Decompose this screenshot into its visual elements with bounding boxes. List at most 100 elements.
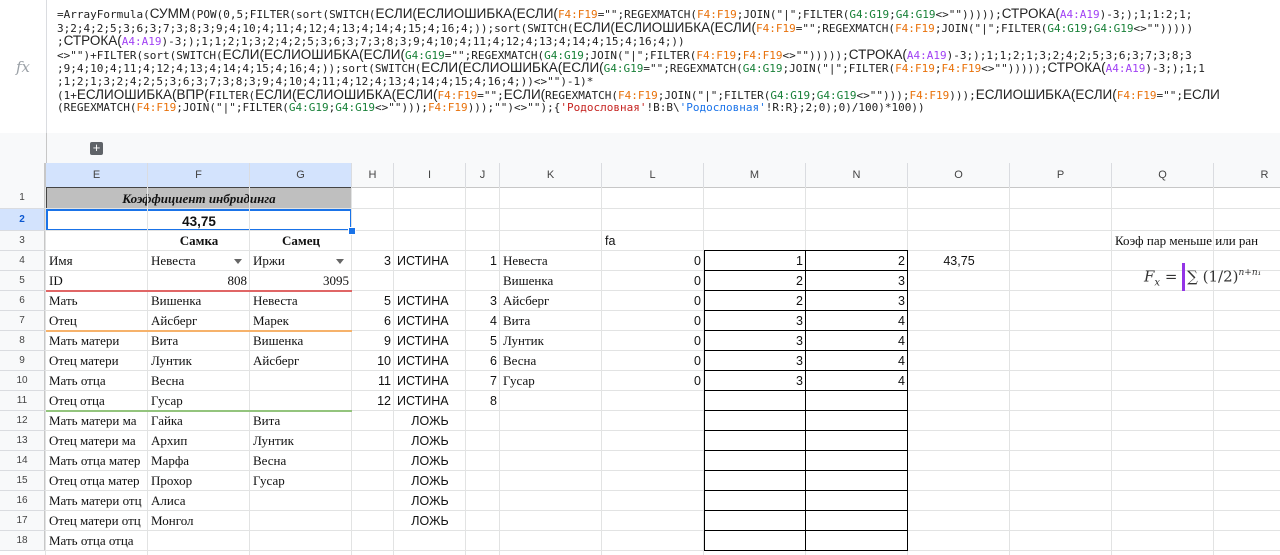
- row-header-16[interactable]: 16: [0, 491, 46, 511]
- column-header-o[interactable]: O: [908, 163, 1010, 187]
- male-pedigree-cell[interactable]: [250, 391, 352, 411]
- column-header-h[interactable]: H: [352, 163, 394, 187]
- index-cell[interactable]: 7: [466, 371, 500, 391]
- index-cell[interactable]: 3: [352, 251, 394, 271]
- generation-female-cell[interactable]: 1: [704, 251, 806, 271]
- pedigree-label[interactable]: Имя: [46, 251, 148, 271]
- generation-male-cell[interactable]: 2: [806, 251, 908, 271]
- fa-label[interactable]: fa: [602, 231, 704, 251]
- generation-female-cell[interactable]: 2: [704, 291, 806, 311]
- generation-male-cell[interactable]: 4: [806, 311, 908, 331]
- index-cell[interactable]: 12: [352, 391, 394, 411]
- column-header-g[interactable]: G: [250, 163, 352, 187]
- row-header-4[interactable]: 4: [0, 251, 46, 271]
- ancestor-name-cell[interactable]: Вита: [500, 311, 602, 331]
- female-pedigree-cell[interactable]: Лунтик: [148, 351, 250, 371]
- generation-male-cell[interactable]: 3: [806, 291, 908, 311]
- female-pedigree-cell[interactable]: Гайка: [148, 411, 250, 431]
- column-header-i[interactable]: I: [394, 163, 466, 187]
- female-pedigree-cell[interactable]: 808: [148, 271, 250, 291]
- male-pedigree-cell[interactable]: Марек: [250, 311, 352, 331]
- ancestor-name-cell[interactable]: Айсберг: [500, 291, 602, 311]
- index-cell[interactable]: 6: [466, 351, 500, 371]
- pedigree-label[interactable]: Отец матери отц: [46, 511, 148, 531]
- column-header-e[interactable]: E: [46, 163, 148, 187]
- row-header-3[interactable]: 3: [0, 231, 46, 251]
- male-pedigree-cell[interactable]: Весна: [250, 451, 352, 471]
- generation-male-cell[interactable]: 3: [806, 271, 908, 291]
- ancestor-name-cell[interactable]: Вишенка: [500, 271, 602, 291]
- bool-cell[interactable]: ИСТИНА: [394, 351, 466, 371]
- male-pedigree-cell[interactable]: Лунтик: [250, 431, 352, 451]
- pedigree-label[interactable]: Отец отца: [46, 391, 148, 411]
- pedigree-label[interactable]: Мать матери отц: [46, 491, 148, 511]
- bool-cell[interactable]: ЛОЖЬ: [394, 431, 466, 451]
- ancestor-name-cell[interactable]: Невеста: [500, 251, 602, 271]
- index-cell[interactable]: 9: [352, 331, 394, 351]
- generation-female-cell[interactable]: 3: [704, 331, 806, 351]
- generation-male-cell[interactable]: 4: [806, 331, 908, 351]
- pedigree-label[interactable]: Мать матери ма: [46, 411, 148, 431]
- dropdown-arrow-icon[interactable]: [336, 259, 344, 264]
- female-pedigree-cell[interactable]: Весна: [148, 371, 250, 391]
- row-header-10[interactable]: 10: [0, 371, 46, 391]
- bool-cell[interactable]: ИСТИНА: [394, 371, 466, 391]
- pedigree-label[interactable]: Отец матери: [46, 351, 148, 371]
- column-header-f[interactable]: F: [148, 163, 250, 187]
- female-pedigree-cell[interactable]: Прохор: [148, 471, 250, 491]
- row-header-17[interactable]: 17: [0, 511, 46, 531]
- male-pedigree-cell[interactable]: [250, 531, 352, 551]
- male-pedigree-cell[interactable]: 3095: [250, 271, 352, 291]
- row-header-2[interactable]: 2: [0, 209, 46, 231]
- row-header-18[interactable]: 18: [0, 531, 46, 551]
- bool-cell[interactable]: ЛОЖЬ: [394, 411, 466, 431]
- add-group-button[interactable]: +: [90, 141, 103, 155]
- female-pedigree-cell[interactable]: Вита: [148, 331, 250, 351]
- male-pedigree-cell[interactable]: Гусар: [250, 471, 352, 491]
- male-pedigree-cell[interactable]: Вишенка: [250, 331, 352, 351]
- column-header-m[interactable]: M: [704, 163, 806, 187]
- pedigree-label[interactable]: Отец: [46, 311, 148, 331]
- male-pedigree-cell[interactable]: [250, 371, 352, 391]
- female-pedigree-cell[interactable]: [148, 531, 250, 551]
- generation-female-cell[interactable]: 2: [704, 271, 806, 291]
- bool-cell[interactable]: ЛОЖЬ: [394, 511, 466, 531]
- female-pedigree-cell[interactable]: Архип: [148, 431, 250, 451]
- female-pedigree-cell[interactable]: Марфа: [148, 451, 250, 471]
- generation-female-cell[interactable]: 3: [704, 311, 806, 331]
- index-cell[interactable]: 5: [352, 291, 394, 311]
- male-pedigree-cell[interactable]: Айсберг: [250, 351, 352, 371]
- inbreeding-value[interactable]: 43,75: [46, 209, 352, 231]
- ancestor-name-cell[interactable]: Лунтик: [500, 331, 602, 351]
- male-pedigree-cell[interactable]: Невеста: [250, 291, 352, 311]
- pedigree-label[interactable]: Мать отца матер: [46, 451, 148, 471]
- row-header-15[interactable]: 15: [0, 471, 46, 491]
- female-pedigree-cell[interactable]: Алиса: [148, 491, 250, 511]
- fill-handle[interactable]: [348, 227, 356, 235]
- female-label[interactable]: Самка: [148, 231, 250, 251]
- index-cell[interactable]: 10: [352, 351, 394, 371]
- pedigree-label[interactable]: Мать: [46, 291, 148, 311]
- index-cell[interactable]: 4: [466, 311, 500, 331]
- column-header-k[interactable]: K: [500, 163, 602, 187]
- male-pedigree-cell[interactable]: [250, 511, 352, 531]
- pedigree-label[interactable]: ID: [46, 271, 148, 291]
- index-cell[interactable]: 3: [466, 291, 500, 311]
- generation-female-cell[interactable]: 3: [704, 371, 806, 391]
- column-header-p[interactable]: P: [1010, 163, 1112, 187]
- fa-value-cell[interactable]: 0: [602, 251, 704, 271]
- pedigree-label[interactable]: Мать отца: [46, 371, 148, 391]
- generation-female-cell[interactable]: 3: [704, 351, 806, 371]
- index-cell[interactable]: 5: [466, 331, 500, 351]
- row-header-8[interactable]: 8: [0, 331, 46, 351]
- row-header-12[interactable]: 12: [0, 411, 46, 431]
- fa-value-cell[interactable]: 0: [602, 371, 704, 391]
- fa-value-cell[interactable]: 0: [602, 291, 704, 311]
- result-value-cell[interactable]: 43,75: [908, 251, 1010, 271]
- ancestor-name-cell[interactable]: Гусар: [500, 371, 602, 391]
- row-header-14[interactable]: 14: [0, 451, 46, 471]
- sheet-grid[interactable]: EFGHIJKLMNOPQR 1 2 3 4 5 6 7 8 9 10 11 12 13 14 15 16 17…: [0, 163, 1280, 555]
- generation-male-cell[interactable]: 4: [806, 351, 908, 371]
- bool-cell[interactable]: ИСТИНА: [394, 291, 466, 311]
- pedigree-label[interactable]: Отец матери ма: [46, 431, 148, 451]
